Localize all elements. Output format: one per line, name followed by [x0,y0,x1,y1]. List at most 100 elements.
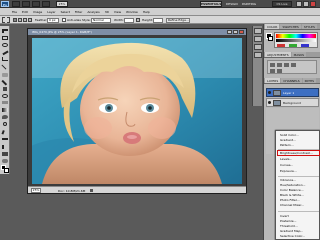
painting-workspace-button[interactable]: PAINTING [242,1,256,7]
menu-file[interactable]: File [12,10,17,14]
close-icon[interactable] [310,1,316,7]
menu-item-solid-color[interactable]: Solid Color... [280,133,299,137]
hue-saturation-icon[interactable] [270,69,275,73]
color-ramp[interactable] [276,34,316,38]
feather-field[interactable]: 0 px [47,18,59,23]
maximize-icon[interactable] [303,1,309,7]
brush-tool[interactable] [1,78,9,86]
menu-item-vibrance[interactable]: Vibrance... [280,178,296,182]
crop-tool[interactable] [1,56,9,62]
essentials-workspace-button[interactable]: ESSENTIALS [200,1,222,7]
menu-item-threshold[interactable]: Threshold... [280,224,298,228]
marquee-tool-preset-icon[interactable] [2,17,10,23]
visibility-eye-icon[interactable] [268,91,271,94]
tab-masks[interactable]: MASKS [291,52,307,57]
tab-channels[interactable]: CHANNELS [281,78,302,83]
doc-close-icon[interactable] [239,30,244,34]
history-panel-icon[interactable] [254,28,262,34]
menu-item-brightness-contrast[interactable]: Brightness/Contrast... [280,151,313,155]
gradient-tool[interactable] [1,107,9,113]
color-spectrum[interactable] [274,32,318,48]
menu-item-levels[interactable]: Levels... [280,157,292,161]
clone-stamp-tool[interactable] [1,86,9,92]
menu-item-hue-saturation[interactable]: Hue/Saturation... [280,183,306,187]
brightness-icon[interactable] [270,63,275,67]
extras-icon[interactable] [32,1,40,7]
menu-item-gradient-map[interactable]: Gradient Map... [280,229,303,233]
tab-adjustments[interactable]: ADJUSTMENTS [265,52,291,57]
background-color-swatch[interactable] [4,168,9,173]
tab-color[interactable]: COLOR [265,24,280,29]
cs-live-button[interactable]: CS Live [272,1,292,7]
type-tool[interactable] [1,137,9,143]
new-selection-icon[interactable] [13,18,17,22]
document-canvas-photo[interactable] [32,38,242,184]
layer-row-background[interactable]: Background [266,98,319,107]
antialias-checkbox[interactable] [62,18,66,22]
curves-icon[interactable] [284,63,289,67]
status-menu-arrow-icon[interactable] [90,189,93,192]
menu-item-gradient[interactable]: Gradient... [280,138,296,142]
mini-bridge-icon[interactable] [22,1,30,7]
lasso-tool[interactable] [1,42,9,48]
menu-item-pattern[interactable]: Pattern... [280,143,294,147]
height-field[interactable] [153,18,163,23]
visibility-eye-icon[interactable] [268,101,271,104]
healing-brush-tool[interactable] [1,72,9,78]
add-to-selection-icon[interactable] [18,18,22,22]
path-selection-tool[interactable] [1,144,9,150]
menu-item-photo-filter[interactable]: Photo Filter... [280,198,300,202]
swap-dimensions-icon[interactable] [136,18,140,22]
tab-layers[interactable]: LAYERS [265,78,281,83]
zoom-level-select[interactable]: 25% [56,1,68,7]
menu-help[interactable]: Help [143,10,150,14]
eraser-tool[interactable] [1,100,9,106]
levels-icon[interactable] [277,63,282,67]
menu-item-color-balance[interactable]: Color Balance... [280,188,304,192]
menu-edit[interactable]: Edit [22,10,28,14]
shape-tool[interactable] [1,151,9,157]
menu-item-curves[interactable]: Curves... [280,163,293,167]
doc-maximize-icon[interactable] [233,30,238,34]
brush-panel-icon[interactable] [254,44,262,50]
color-balance-icon[interactable] [277,69,282,73]
dodge-tool[interactable] [1,121,9,127]
minimize-icon[interactable] [296,1,302,7]
green-slider[interactable] [289,44,297,47]
menu-view[interactable]: View [114,10,121,14]
menu-select[interactable]: Select [61,10,70,14]
exposure-icon[interactable] [291,63,296,67]
bridge-icon[interactable] [12,1,20,7]
menu-filter[interactable]: Filter [75,10,82,14]
document-title-bar[interactable]: IMG_0470.JPG @ 25% (Layer 1, RGB/8*) [28,29,246,35]
menu-window[interactable]: Window [126,10,138,14]
quick-selection-tool[interactable] [1,48,9,56]
marquee-tool[interactable] [1,35,9,41]
menu-item-selective-color[interactable]: Selective Color... [280,234,305,238]
arrange-documents-icon[interactable] [42,1,50,7]
hand-tool[interactable] [1,158,9,164]
menu-3d[interactable]: 3D [105,10,109,14]
red-slider[interactable] [277,44,285,47]
panel-background-swatch[interactable] [268,36,273,41]
menu-item-posterize[interactable]: Posterize... [280,219,296,223]
style-select[interactable]: Normal [91,18,111,23]
color-swatches[interactable] [1,165,9,173]
intersect-selection-icon[interactable] [28,18,32,22]
pen-tool[interactable] [1,130,9,136]
menu-item-invert[interactable]: Invert [280,214,289,218]
tab-styles[interactable]: STYLES [301,24,317,29]
layer-row-layer-1[interactable]: Layer 1 [266,88,319,97]
doc-minimize-icon[interactable] [227,30,232,34]
refine-edge-button[interactable]: Refine Edge... [166,18,190,23]
blur-tool[interactable] [1,114,9,120]
zoom-readout-field[interactable]: 25% [31,188,41,193]
actions-panel-icon[interactable] [254,36,262,42]
design-workspace-button[interactable]: DESIGN [226,1,238,7]
blue-slider[interactable] [301,44,309,47]
eyedropper-tool[interactable] [1,62,9,70]
width-field[interactable] [124,18,134,23]
move-tool[interactable] [1,28,9,34]
menu-item-channel-mixer[interactable]: Channel Mixer... [280,203,304,207]
menu-item-black-white[interactable]: Black & White... [280,193,304,197]
